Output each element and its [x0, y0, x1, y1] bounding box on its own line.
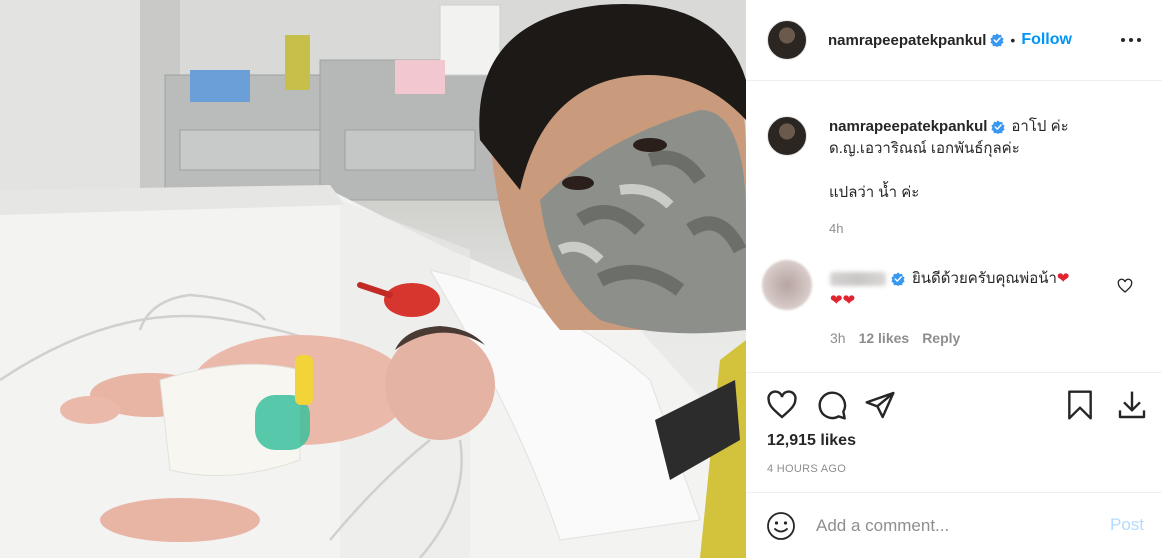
like-icon[interactable] — [766, 389, 798, 421]
comment-icon[interactable] — [816, 389, 848, 421]
post-comment-button[interactable]: Post — [1110, 515, 1144, 535]
comment-likes[interactable]: 12 likes — [859, 330, 910, 346]
post-side-panel: namrapeepatekpankul • Follow namrapeepat… — [746, 0, 1162, 558]
post-likes-count[interactable]: 12,915 likes — [767, 432, 856, 450]
header-separator: • — [1010, 32, 1016, 48]
action-bar — [766, 389, 1146, 421]
comment-input[interactable] — [816, 513, 1086, 539]
comment-reply-button[interactable]: Reply — [922, 330, 960, 346]
save-icon[interactable] — [1064, 389, 1096, 421]
caption-timestamp[interactable]: 4h — [829, 221, 843, 236]
verified-badge-icon — [991, 120, 1006, 134]
caption-body: namrapeepatekpankul อาโป ค่ะ ด.ญ.เอวาริณ… — [829, 116, 1149, 204]
photo-illustration — [0, 0, 746, 558]
comment-text: ยินดีด้วยครับคุณพ่อน้า❤ — [912, 269, 1069, 289]
caption-author-avatar[interactable] — [767, 116, 807, 156]
comment-like-icon[interactable] — [1117, 278, 1133, 294]
download-icon[interactable] — [1116, 389, 1148, 421]
caption-username[interactable]: namrapeepatekpankul — [829, 116, 987, 138]
verified-badge-icon — [990, 33, 1005, 47]
comment-meta: 3h 12 likes Reply — [830, 330, 960, 346]
more-options-icon[interactable] — [1120, 33, 1142, 47]
caption-line-1: อาโป ค่ะ — [1011, 118, 1069, 135]
comment-heart-inline: ❤ — [1056, 270, 1070, 287]
author-avatar[interactable] — [767, 20, 807, 60]
verified-badge-icon — [891, 272, 905, 286]
post-actions: 12,915 likes 4 HOURS AGO — [746, 372, 1162, 475]
commenter-avatar[interactable] — [762, 260, 812, 310]
comment-text-body: ยินดีด้วยครับคุณพ่อน้า — [912, 270, 1057, 287]
author-username[interactable]: namrapeepatekpankul — [828, 32, 986, 49]
caption-line-3: แปลว่า น้ำ ค่ะ — [829, 184, 920, 201]
suction-bulb — [384, 283, 440, 317]
emoji-icon[interactable] — [766, 511, 796, 541]
share-icon[interactable] — [864, 389, 896, 421]
comment-timestamp[interactable]: 3h — [830, 330, 846, 346]
comment-hearts: ❤❤ — [830, 292, 856, 309]
add-comment-bar: Post — [746, 492, 1162, 558]
post-timestamp[interactable]: 4 HOURS AGO — [767, 463, 846, 475]
commenter-username-blurred[interactable] — [830, 272, 886, 286]
post-header: namrapeepatekpankul • Follow — [746, 0, 1162, 81]
caption-line-2: ด.ญ.เอวาริณณ์ เอกพันธ์กุลค่ะ — [829, 140, 1020, 157]
follow-button[interactable]: Follow — [1021, 31, 1072, 49]
post-photo — [0, 0, 746, 558]
